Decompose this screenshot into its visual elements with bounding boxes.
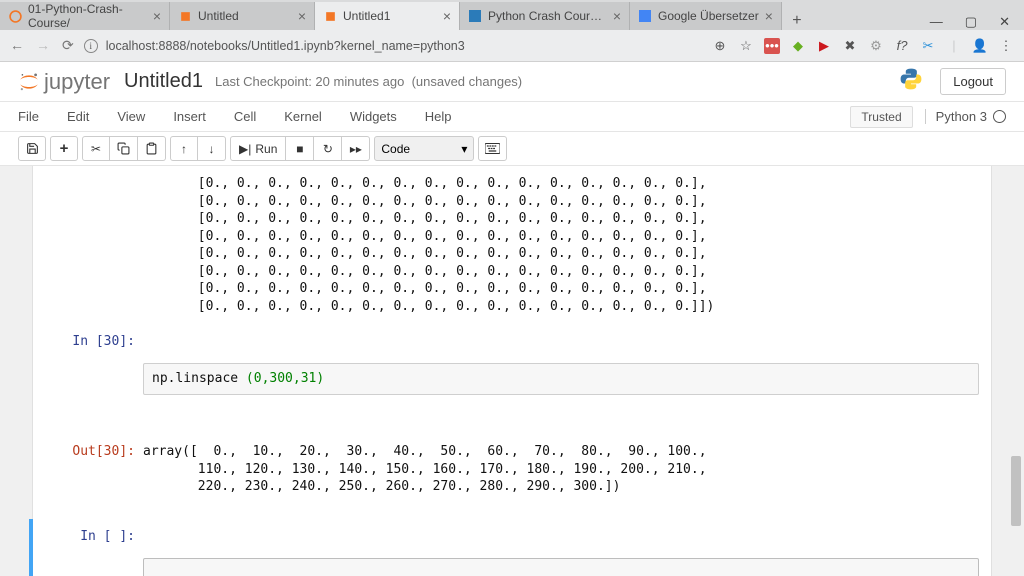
chevron-down-icon: ▾ — [461, 142, 467, 156]
output-body: array([ 0., 10., 20., 30., 40., 50., 60.… — [143, 438, 979, 501]
jupyter-logo-icon — [18, 71, 40, 93]
menu-widgets[interactable]: Widgets — [350, 109, 397, 124]
toolbar: + ✂ ↑ ↓ ▶|Run ■ ↻ ▸▸ Code ▾ — [0, 132, 1024, 166]
extension-icon-2[interactable]: ◆ — [790, 38, 806, 54]
window-controls: — ▢ ✕ — [916, 14, 1024, 30]
restart-button[interactable]: ↻ — [314, 136, 342, 161]
move-down-button[interactable]: ↓ — [198, 136, 226, 161]
menu-kernel[interactable]: Kernel — [284, 109, 322, 124]
maximize-icon[interactable]: ▢ — [965, 14, 977, 30]
run-icon: ▶| — [239, 142, 251, 156]
tab-label: 01-Python-Crash-Course/ — [28, 2, 147, 30]
url-field[interactable]: i localhost:8888/notebooks/Untitled1.ipy… — [84, 39, 702, 53]
extension-icon-3[interactable]: ✖ — [842, 38, 858, 54]
browser-tab-strip: 01-Python-Crash-Course/ × Untitled × Unt… — [0, 0, 1024, 30]
restart-run-all-button[interactable]: ▸▸ — [342, 136, 370, 161]
code-input[interactable] — [143, 558, 979, 576]
extension-icon-6[interactable]: ✂ — [920, 38, 936, 54]
menu-edit[interactable]: Edit — [67, 109, 89, 124]
tab-label: Untitled1 — [343, 9, 390, 23]
minimize-icon[interactable]: — — [930, 14, 943, 30]
menu-help[interactable]: Help — [425, 109, 452, 124]
zoom-icon[interactable]: ⊕ — [712, 38, 728, 54]
menu-view[interactable]: View — [117, 109, 145, 124]
scroll-thumb[interactable] — [1011, 456, 1021, 526]
divider: | — [946, 38, 962, 54]
browser-tab-4[interactable]: Google Übersetzer × — [630, 2, 782, 30]
tab-label: Python Crash Course Exerc — [488, 9, 607, 23]
kernel-indicator[interactable]: Python 3 — [925, 109, 1006, 124]
run-button[interactable]: ▶|Run — [230, 136, 286, 161]
site-info-icon[interactable]: i — [84, 39, 98, 53]
new-tab-button[interactable]: + — [782, 12, 812, 30]
python-logo-icon — [898, 66, 924, 98]
reload-icon[interactable]: ⟳ — [62, 37, 74, 54]
address-bar: ← → ⟳ i localhost:8888/notebooks/Untitle… — [0, 30, 1024, 62]
command-palette-button[interactable] — [478, 136, 507, 161]
jupyter-header: jupyter Untitled1 Last Checkpoint: 20 mi… — [0, 62, 1024, 102]
output-cell-30: Out[30]: array([ 0., 10., 20., 30., 40.,… — [33, 434, 991, 505]
code-cell-30[interactable]: In [30]: np.linspace (0,300,31) — [33, 324, 991, 434]
jupyter-logo[interactable]: jupyter — [18, 69, 110, 95]
checkpoint-text: Last Checkpoint: 20 minutes ago (unsaved… — [215, 74, 522, 89]
output-body: [0., 0., 0., 0., 0., 0., 0., 0., 0., 0.,… — [143, 170, 979, 320]
jupyter-favicon — [178, 9, 192, 23]
extension-icon-1[interactable]: ••• — [764, 38, 780, 54]
tab-label: Google Übersetzer — [658, 9, 759, 23]
close-icon[interactable]: × — [298, 8, 306, 24]
output-prompt: Out[30]: — [45, 438, 143, 501]
add-cell-button[interactable]: + — [50, 136, 78, 161]
jupyter-logo-text: jupyter — [44, 69, 110, 95]
trusted-indicator[interactable]: Trusted — [850, 106, 912, 128]
extension-icon-4[interactable]: ⚙ — [868, 38, 884, 54]
browser-tab-3[interactable]: Python Crash Course Exerc × — [460, 2, 630, 30]
code-input[interactable]: np.linspace (0,300,31) — [143, 363, 979, 395]
paste-button[interactable] — [138, 136, 166, 161]
input-prompt: In [ ]: — [45, 523, 143, 576]
jupyter-favicon — [8, 9, 22, 23]
menu-icon[interactable]: ⋮ — [998, 38, 1014, 54]
code-cell-empty[interactable]: In [ ]: — [29, 519, 991, 576]
translate-favicon — [638, 9, 652, 23]
close-window-icon[interactable]: ✕ — [999, 14, 1010, 30]
menu-cell[interactable]: Cell — [234, 109, 256, 124]
output-prompt — [45, 170, 143, 320]
logout-button[interactable]: Logout — [940, 68, 1006, 95]
jupyter-favicon — [323, 9, 337, 23]
browser-tab-1[interactable]: Untitled × — [170, 2, 315, 30]
output-cell-zeros: [0., 0., 0., 0., 0., 0., 0., 0., 0., 0.,… — [33, 166, 991, 324]
forward-icon[interactable]: → — [36, 37, 50, 54]
menu-bar: File Edit View Insert Cell Kernel Widget… — [0, 102, 1024, 132]
cut-button[interactable]: ✂ — [82, 136, 110, 161]
vertical-scrollbar[interactable] — [1009, 166, 1023, 576]
save-button[interactable] — [18, 136, 46, 161]
cell-type-select[interactable]: Code ▾ — [374, 136, 474, 161]
notebook-area[interactable]: [0., 0., 0., 0., 0., 0., 0., 0., 0., 0.,… — [0, 166, 1024, 576]
input-prompt: In [30]: — [45, 328, 143, 430]
close-icon[interactable]: × — [443, 8, 451, 24]
browser-tab-0[interactable]: 01-Python-Crash-Course/ × — [0, 2, 170, 30]
profile-icon[interactable]: 👤 — [972, 38, 988, 54]
interrupt-button[interactable]: ■ — [286, 136, 314, 161]
extension-icon-5[interactable]: f? — [894, 38, 910, 54]
url-text: localhost:8888/notebooks/Untitled1.ipynb… — [106, 39, 465, 53]
kernel-status-icon — [993, 110, 1006, 123]
close-icon[interactable]: × — [765, 8, 773, 24]
menu-insert[interactable]: Insert — [173, 109, 206, 124]
star-icon[interactable]: ☆ — [738, 38, 754, 54]
tab-label: Untitled — [198, 9, 239, 23]
back-icon[interactable]: ← — [10, 37, 24, 54]
youtube-icon[interactable]: ▶ — [816, 38, 832, 54]
site-favicon — [468, 9, 482, 23]
menu-file[interactable]: File — [18, 109, 39, 124]
move-up-button[interactable]: ↑ — [170, 136, 198, 161]
close-icon[interactable]: × — [613, 8, 621, 24]
close-icon[interactable]: × — [153, 8, 161, 24]
copy-button[interactable] — [110, 136, 138, 161]
browser-tab-2[interactable]: Untitled1 × — [315, 2, 460, 30]
notebook-title[interactable]: Untitled1 — [124, 70, 203, 93]
